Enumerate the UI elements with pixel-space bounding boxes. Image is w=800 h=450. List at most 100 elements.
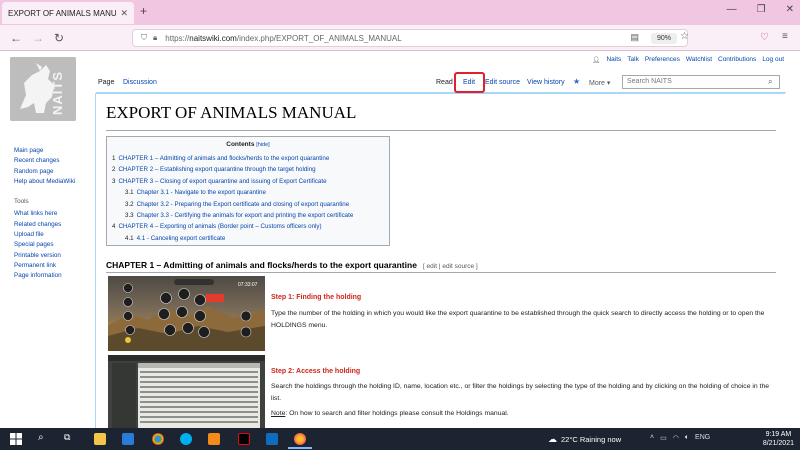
- toc-item[interactable]: 4.1 4.1 - Canceling export certificate: [112, 233, 384, 244]
- main-content: EXPORT OF ANIMALS MANUAL Contents [hide]…: [95, 93, 785, 428]
- table-of-contents: Contents [hide] 1 CHAPTER 1 – Admitting o…: [106, 136, 390, 246]
- volume-icon[interactable]: 🔈︎: [685, 434, 689, 442]
- toc-item[interactable]: 3.3 Chapter 3.3 - Certifying the animals …: [112, 210, 384, 221]
- battery-icon[interactable]: ▭: [660, 434, 667, 442]
- url-bar[interactable]: ⛉ 🔒︎ https://naitswiki.com/index.php/EXP…: [132, 29, 689, 47]
- personal-link-user[interactable]: Naits: [606, 56, 621, 64]
- active-app-indicator: [288, 447, 312, 449]
- chrome-icon[interactable]: [152, 433, 164, 445]
- sidebar-printable-version[interactable]: Printable version: [14, 251, 75, 261]
- toc-item[interactable]: 3.1 Chapter 3.1 - Navigate to the export …: [112, 187, 384, 198]
- reload-icon[interactable]: ↻: [54, 31, 64, 45]
- chevron-up-icon[interactable]: ˄: [650, 434, 654, 442]
- sidebar-recent-changes[interactable]: Recent changes: [14, 156, 75, 166]
- url-path: /index.php/EXPORT_OF_ANIMALS_MANUAL: [236, 33, 402, 43]
- url-prefix: https://: [165, 33, 190, 43]
- shield-icon[interactable]: ⛉: [141, 33, 147, 43]
- restore-icon[interactable]: ❐: [757, 4, 766, 15]
- watch-star-icon[interactable]: ★: [573, 77, 580, 86]
- toc-item[interactable]: 3.2 Chapter 3.2 - Preparing the Export ce…: [112, 199, 384, 210]
- search-taskbar-icon[interactable]: ⌕: [38, 432, 44, 443]
- task-view-icon[interactable]: ⧉: [64, 432, 70, 443]
- minimize-icon[interactable]: —: [727, 4, 737, 15]
- personal-link-watchlist[interactable]: Watchlist: [686, 56, 712, 64]
- lock-icon[interactable]: 🔒︎: [153, 33, 157, 43]
- tab-view-history[interactable]: View history: [527, 79, 565, 86]
- section-divider: [106, 272, 776, 273]
- clock[interactable]: 9:19 AM 8/21/2021: [763, 430, 794, 448]
- sidebar-upload-file[interactable]: Upload file: [14, 230, 75, 240]
- back-icon[interactable]: ←: [10, 31, 22, 45]
- sidebar-tools-heading: Tools: [14, 198, 29, 206]
- sidebar-what-links-here[interactable]: What links here: [14, 209, 75, 219]
- step2-screenshot[interactable]: [108, 355, 265, 428]
- toc-item-number: 3: [112, 177, 116, 185]
- netflix-icon[interactable]: [238, 433, 250, 445]
- toc-item-link[interactable]: CHAPTER 4 – Exporting of animals (Border…: [118, 223, 321, 230]
- sidebar-page-information[interactable]: Page information: [14, 271, 75, 281]
- sidebar-special-pages[interactable]: Special pages: [14, 240, 75, 250]
- wifi-icon[interactable]: ◠: [673, 434, 679, 442]
- close-tab-icon[interactable]: ✕: [120, 8, 128, 19]
- user-icon: 👤︎: [592, 57, 601, 64]
- personal-link-preferences[interactable]: Preferences: [645, 56, 680, 64]
- toc-hide-link[interactable]: [hide]: [256, 142, 269, 148]
- new-tab-icon[interactable]: +: [140, 4, 147, 18]
- toc-item[interactable]: 1 CHAPTER 1 – Admitting of animals and fl…: [112, 153, 384, 164]
- system-tray: ˄ ▭ ◠ 🔈︎ ENG: [650, 434, 710, 442]
- bookmark-star-icon[interactable]: ☆: [680, 31, 689, 42]
- zoom-level[interactable]: 90%: [651, 33, 677, 44]
- skype-icon[interactable]: [180, 433, 192, 445]
- personal-link-contributions[interactable]: Contributions: [718, 56, 756, 64]
- sidebar-related-changes[interactable]: Related changes: [14, 220, 75, 230]
- menu-icon[interactable]: ≡: [782, 31, 788, 42]
- language-indicator[interactable]: ENG: [695, 434, 710, 442]
- pocket-icon[interactable]: ♡: [760, 32, 769, 43]
- tab-read[interactable]: Read: [436, 79, 453, 86]
- toc-item-link[interactable]: Chapter 3.3 - Certifying the animals for…: [137, 212, 354, 219]
- tab-page[interactable]: Page: [98, 79, 114, 86]
- tab-more[interactable]: More ▾: [589, 79, 610, 87]
- reader-view-icon[interactable]: ▤: [630, 32, 639, 43]
- toc-item-link[interactable]: CHAPTER 2 – Establishing export quaranti…: [118, 166, 315, 173]
- browser-nav-bar: ← → ↻ ⛉ 🔒︎ https://naitswiki.com/index.p…: [0, 25, 800, 51]
- step2-text: Search the holdings through the holding …: [271, 383, 770, 402]
- firefox-icon[interactable]: [294, 433, 306, 445]
- browser-tab[interactable]: EXPORT OF ANIMALS MANUAL - N ✕: [2, 2, 134, 24]
- sidebar-main-page[interactable]: Main page: [14, 146, 75, 156]
- toc-item-link[interactable]: CHAPTER 1 – Admitting of animals and flo…: [118, 155, 329, 162]
- toc-item[interactable]: 4 CHAPTER 4 – Exporting of animals (Borde…: [112, 221, 384, 232]
- sidebar-permanent-link[interactable]: Permanent link: [14, 261, 75, 271]
- personal-link-talk[interactable]: Talk: [627, 56, 639, 64]
- close-window-icon[interactable]: ✕: [786, 4, 794, 15]
- toc-title: Contents: [226, 141, 255, 148]
- file-explorer-icon[interactable]: [94, 433, 106, 445]
- outlook-icon[interactable]: [266, 433, 278, 445]
- section-edit-links[interactable]: [ edit | edit source ]: [423, 263, 478, 270]
- toc-item-link[interactable]: Chapter 3.1 - Navigate to the export qua…: [137, 189, 266, 196]
- weather-widget[interactable]: ☁ 22°C Raining now: [548, 434, 621, 445]
- sidebar-random-page[interactable]: Random page: [14, 167, 75, 177]
- toc-item[interactable]: 2 CHAPTER 2 – Establishing export quarant…: [112, 164, 384, 175]
- search-input[interactable]: Search NAITS: [622, 75, 780, 89]
- step1-screenshot[interactable]: 07:33:07: [108, 276, 265, 351]
- forward-icon[interactable]: →: [32, 31, 44, 45]
- xampp-icon[interactable]: [208, 433, 220, 445]
- personal-link-logout[interactable]: Log out: [762, 56, 784, 64]
- tab-discussion[interactable]: Discussion: [123, 79, 157, 86]
- toc-item-link[interactable]: 4.1 - Canceling export certificate: [137, 235, 226, 242]
- search-icon[interactable]: ⌕: [768, 77, 772, 87]
- toc-item[interactable]: 3 CHAPTER 3 – Closing of export quarantin…: [112, 176, 384, 187]
- site-logo[interactable]: NAITS: [10, 57, 76, 121]
- personal-tools: 👤︎ Naits Talk Preferences Watchlist Cont…: [592, 56, 784, 64]
- note-text: : On how to search and filter holdings p…: [285, 410, 509, 417]
- tab-edit-source[interactable]: Edit source: [485, 79, 520, 86]
- cloud-rain-icon: ☁: [548, 434, 557, 444]
- sidebar-help[interactable]: Help about MediaWiki: [14, 177, 75, 187]
- mail-app-icon[interactable]: [122, 433, 134, 445]
- toc-item-link[interactable]: Chapter 3.2 - Preparing the Export certi…: [137, 201, 350, 208]
- weather-text: 22°C Raining now: [561, 435, 622, 444]
- toc-item-link[interactable]: CHAPTER 3 – Closing of export quarantine…: [118, 178, 326, 185]
- tab-more-label: More: [589, 80, 605, 87]
- windows-start-icon[interactable]: [10, 433, 22, 445]
